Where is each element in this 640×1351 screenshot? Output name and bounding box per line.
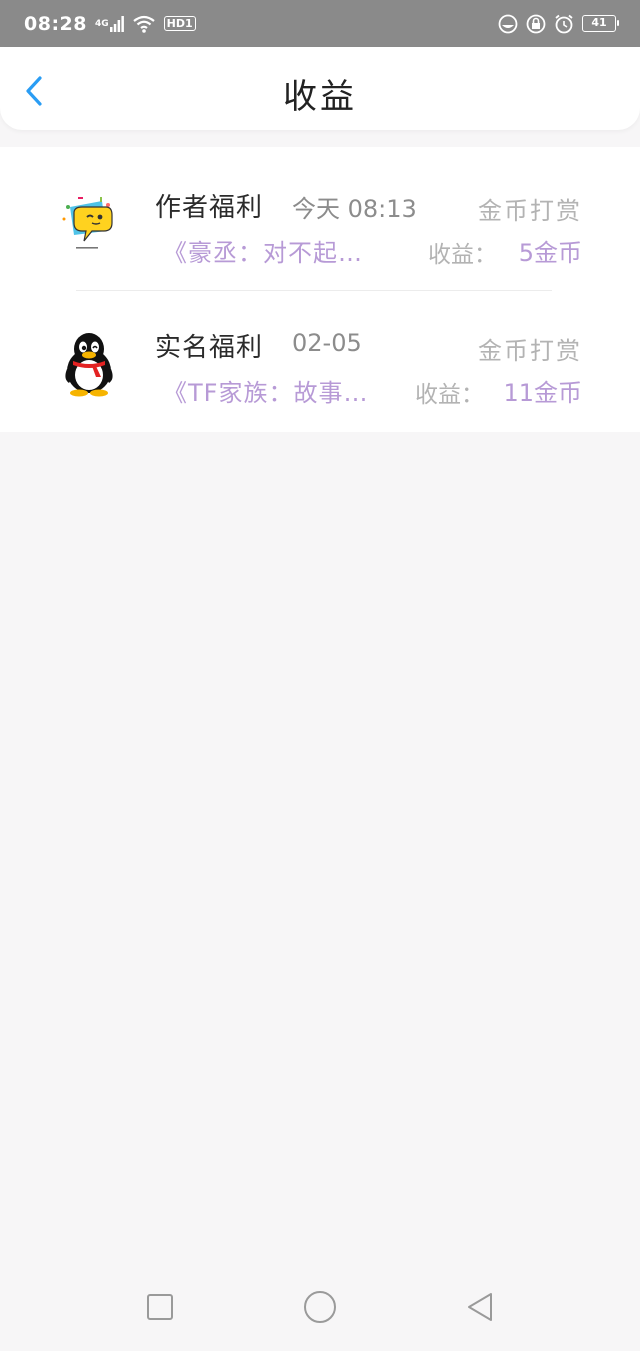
- earn-value: 11金币: [503, 379, 582, 407]
- recent-apps-icon: [147, 1293, 173, 1320]
- item-time: 今天 08:13: [292, 195, 417, 223]
- network-label: 4G: [94, 18, 109, 29]
- item-book-title: 《豪丞：对不起…: [163, 239, 363, 267]
- status-left: 08:28 4G HD1: [24, 13, 196, 35]
- earn-label: 收益：: [428, 242, 497, 268]
- hd-icon: HD1: [163, 16, 196, 31]
- item-title: 作者福利: [155, 193, 264, 223]
- avatar: [54, 187, 124, 257]
- item-time: 02-05: [292, 329, 362, 357]
- earn-value: 5金币: [518, 239, 582, 267]
- item-type: 金币打赏: [478, 337, 582, 365]
- header: 收益: [0, 47, 640, 130]
- list-item[interactable]: 实名福利 02-05 金币打赏 《TF家族：故事… 收益： 11金币: [0, 291, 640, 432]
- item-title: 实名福利: [155, 333, 264, 363]
- avatar: [54, 329, 124, 399]
- earnings-list: 作者福利 今天 08:13 金币打赏 《豪丞：对不起… 收益： 5金币 实名福利…: [0, 147, 640, 432]
- do-not-disturb-icon: [498, 14, 518, 34]
- earn-label: 收益：: [415, 382, 484, 408]
- home-button[interactable]: [300, 1287, 340, 1327]
- penguin-icon: [65, 333, 113, 397]
- system-navbar: [0, 1262, 640, 1351]
- system-back-button[interactable]: [460, 1287, 500, 1327]
- chat-bubble-face-icon: [62, 197, 113, 249]
- lock-icon: [526, 14, 546, 34]
- signal-icon: 4G: [94, 15, 124, 32]
- page-title: 收益: [283, 77, 357, 117]
- status-bar: 08:28 4G HD1 41: [0, 0, 640, 47]
- wifi-icon: [132, 15, 156, 33]
- item-book-title: 《TF家族：故事…: [163, 379, 369, 407]
- recent-apps-button[interactable]: [140, 1287, 180, 1327]
- back-icon: [468, 1292, 492, 1321]
- status-time: 08:28: [24, 12, 87, 35]
- battery-icon: 41: [582, 15, 619, 32]
- item-type: 金币打赏: [478, 197, 582, 225]
- status-right: 41: [498, 14, 619, 34]
- list-item[interactable]: 作者福利 今天 08:13 金币打赏 《豪丞：对不起… 收益： 5金币: [0, 147, 640, 291]
- alarm-icon: [554, 14, 574, 34]
- home-icon: [304, 1290, 336, 1323]
